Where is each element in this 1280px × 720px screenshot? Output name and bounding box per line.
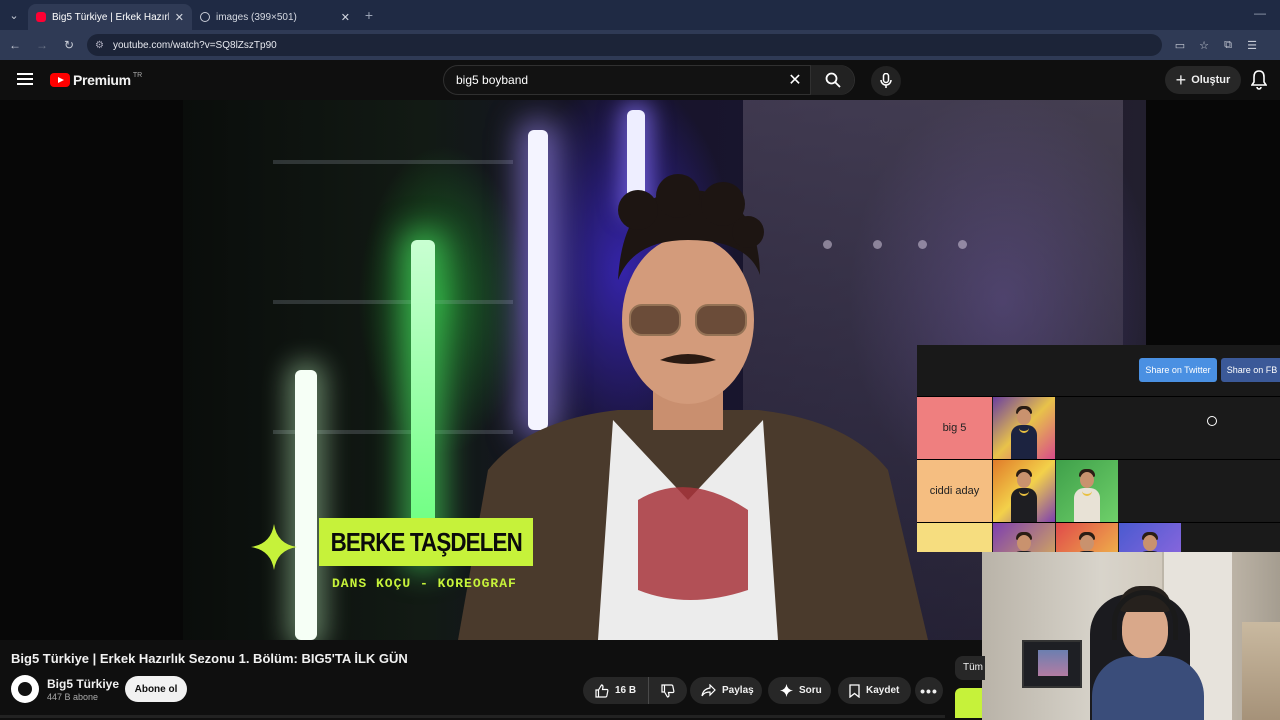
share-label: Paylaş: [722, 685, 754, 696]
tier-item[interactable]: [1056, 523, 1118, 552]
new-tab-icon[interactable]: +: [358, 7, 380, 23]
share-arrow-icon: [701, 684, 716, 697]
lower-third: BERKE TAŞDELEN DANS KOÇU - KOREOGRAF: [251, 518, 551, 598]
name-plate: BERKE TAŞDELEN: [319, 518, 533, 566]
address-bar[interactable]: ⚙ youtube.com/watch?v=SQ8lZszTp90: [87, 34, 1162, 56]
bookmark-star-icon[interactable]: ☆: [1192, 39, 1216, 52]
dislike-button[interactable]: [649, 683, 687, 698]
voice-search-button[interactable]: [871, 66, 901, 96]
share-button[interactable]: Paylaş: [690, 677, 762, 704]
more-actions-icon[interactable]: •••: [915, 677, 943, 704]
search-icon: [825, 72, 841, 88]
sparkle-icon: [780, 684, 793, 697]
youtube-favicon-icon: [36, 12, 46, 22]
tab-search-icon[interactable]: ⌄: [0, 0, 28, 30]
tab-title: images (399×501): [216, 11, 297, 23]
search-button[interactable]: [810, 65, 854, 95]
tier-list-overlay: Share on Twitter Share on FB big 5 ciddi…: [917, 345, 1280, 552]
webcam-overlay: [982, 552, 1280, 720]
sidebar-icon[interactable]: ☰: [1240, 39, 1264, 52]
create-button[interactable]: + Oluştur: [1165, 66, 1241, 94]
page-scroll-edge: [0, 715, 945, 718]
back-icon[interactable]: ←: [3, 33, 27, 57]
tab-youtube[interactable]: Big5 Türkiye | Erkek Hazırlık Sezonu ✕: [28, 4, 192, 30]
tier-row: ciddi aday: [917, 459, 1280, 522]
share-fb-button[interactable]: Share on FB: [1221, 358, 1280, 382]
neon-light: [295, 370, 317, 640]
brand-text: Premium: [73, 72, 131, 88]
neon-light: [411, 240, 435, 560]
tier-label: [917, 523, 992, 552]
monitor-in-webcam: [1022, 640, 1082, 688]
presenter-role: DANS KOÇU - KOREOGRAF: [332, 576, 517, 591]
move-cursor-icon: [1207, 416, 1217, 426]
minimize-icon[interactable]: —: [1254, 6, 1266, 20]
save-label: Kaydet: [866, 685, 900, 696]
search-box[interactable]: big5 boyband ✕: [443, 65, 855, 95]
sparkle-icon: [251, 524, 297, 570]
tab-close-icon[interactable]: ✕: [341, 11, 350, 24]
tier-row: big 5: [917, 396, 1280, 459]
channel-name[interactable]: Big5 Türkiye: [47, 677, 119, 691]
bookmark-icon: [849, 683, 860, 698]
browser-tab-bar: ⌄ Big5 Türkiye | Erkek Hazırlık Sezonu ✕…: [0, 0, 1280, 30]
recommended-thumbnail[interactable]: [955, 688, 982, 718]
youtube-header: Premium TR big5 boyband ✕ + Oluştur: [0, 60, 1280, 100]
globe-icon: [200, 12, 210, 22]
subscribe-button[interactable]: Abone ol: [125, 676, 187, 702]
url-text: youtube.com/watch?v=SQ8lZszTp90: [113, 39, 277, 51]
tier-label: big 5: [917, 397, 992, 459]
extensions-icon[interactable]: ⧉: [1216, 39, 1240, 52]
tab-close-icon[interactable]: ✕: [175, 11, 184, 24]
like-dislike-group: 16 B: [583, 677, 687, 704]
tier-item[interactable]: [993, 523, 1055, 552]
create-label: Oluştur: [1191, 74, 1231, 86]
clear-icon[interactable]: ✕: [780, 70, 810, 90]
like-count: 16 B: [615, 685, 637, 696]
menu-icon[interactable]: [17, 73, 33, 85]
tier-item[interactable]: [1056, 460, 1118, 522]
tier-item[interactable]: [1119, 523, 1181, 552]
save-button[interactable]: Kaydet: [838, 677, 911, 704]
thumbs-down-icon: [661, 683, 675, 698]
tier-row: [917, 522, 1280, 552]
channel-avatar[interactable]: [11, 675, 39, 703]
subscriber-count: 447 B abone: [47, 692, 99, 702]
ask-label: Soru: [799, 685, 822, 696]
like-button[interactable]: 16 B: [583, 677, 649, 704]
search-input[interactable]: big5 boyband: [456, 73, 780, 87]
tier-item[interactable]: [993, 460, 1055, 522]
cast-icon[interactable]: ▭: [1168, 39, 1192, 52]
plus-icon: +: [1175, 69, 1187, 90]
region-code: TR: [132, 71, 143, 79]
video-info: Big5 Türkiye | Erkek Hazırlık Sezonu 1. …: [0, 640, 985, 720]
browser-toolbar: ← → ↻ ⚙ youtube.com/watch?v=SQ8lZszTp90 …: [0, 30, 1280, 60]
share-twitter-button[interactable]: Share on Twitter: [1139, 358, 1217, 382]
youtube-logo[interactable]: Premium TR: [50, 72, 142, 88]
presenter-name: BERKE TAŞDELEN: [330, 526, 522, 557]
forward-icon[interactable]: →: [30, 33, 54, 57]
microphone-icon: [880, 73, 892, 88]
tab-images[interactable]: images (399×501) ✕: [192, 4, 358, 30]
filter-chip-all[interactable]: Tüm: [955, 656, 985, 680]
tier-item[interactable]: [993, 397, 1055, 459]
tab-title: Big5 Türkiye | Erkek Hazırlık Sezonu: [52, 11, 169, 23]
thumbs-up-icon: [595, 683, 609, 698]
video-title: Big5 Türkiye | Erkek Hazırlık Sezonu 1. …: [11, 651, 408, 666]
tier-label: ciddi aday: [917, 460, 992, 522]
ask-button[interactable]: Soru: [768, 677, 831, 704]
youtube-play-icon: [50, 73, 70, 87]
notifications-bell-icon[interactable]: [1251, 70, 1267, 90]
reload-icon[interactable]: ↻: [57, 33, 81, 57]
site-info-icon[interactable]: ⚙: [95, 40, 107, 51]
